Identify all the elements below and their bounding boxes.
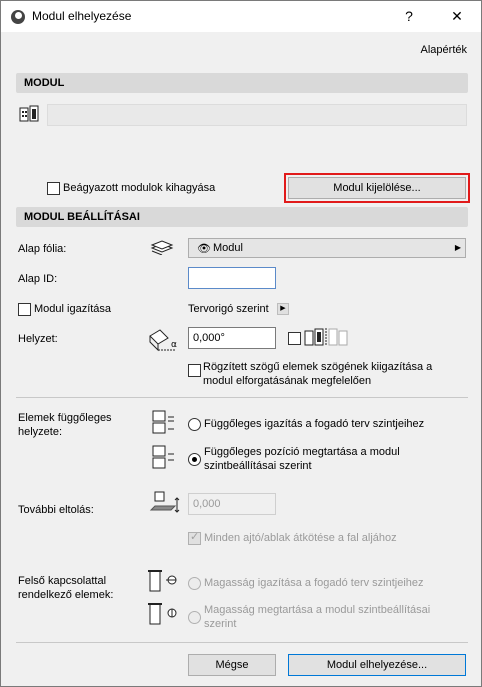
module-path-field	[47, 104, 467, 126]
separator	[16, 397, 468, 398]
vertical-keep-position-label-line1: Függőleges pozíció megtartása a modul	[204, 446, 400, 458]
height-keep-icon	[148, 603, 177, 625]
window-title: Modul elhelyezése	[32, 9, 132, 23]
module-settings-section-header: MODUL BEÁLLÍTÁSAI	[16, 207, 468, 227]
triangle-right-icon: ▶	[454, 243, 461, 252]
vertical-align-story-label: Függőleges igazítás a fogadó terv szintj…	[204, 418, 425, 430]
skip-embedded-checkbox[interactable]	[47, 182, 60, 195]
layers-icon	[150, 240, 174, 255]
base-id-input[interactable]	[188, 267, 276, 289]
vertical-align-story-icon	[152, 410, 174, 434]
align-by-value: Tervorigó szerint	[188, 303, 269, 315]
mirror-module-icon	[304, 328, 348, 346]
base-layer-dropdown[interactable]: 👁 Modul ▶	[188, 238, 466, 258]
offset-label: További eltolás:	[18, 504, 94, 516]
svg-text:α: α	[171, 340, 177, 350]
vertical-keep-position-icon	[152, 445, 174, 469]
vertical-position-label-line1: Elemek függőleges	[18, 412, 112, 424]
align-module-label: Modul igazítása	[34, 303, 112, 315]
vertical-keep-position-label-line2: szintbeállításai szerint	[204, 460, 312, 472]
offset-icon	[149, 491, 180, 513]
base-id-label: Alap ID:	[18, 273, 58, 285]
offset-input[interactable]: 0,000	[188, 493, 276, 515]
module-placement-dialog: Modul elhelyezése ? ✕ Alapérték MODUL Be…	[0, 0, 482, 687]
place-module-button[interactable]: Modul elhelyezése...	[288, 654, 466, 676]
height-keep-label-line1: Magasság megtartása a modul szintbeállít…	[204, 604, 431, 616]
height-keep-radio[interactable]	[188, 611, 201, 624]
rotation-angle-icon: α	[149, 329, 177, 352]
reconnect-doors-checkbox[interactable]	[188, 530, 201, 545]
vertical-position-label-line2: helyzete:	[18, 426, 63, 438]
defaults-link[interactable]: Alapérték	[421, 44, 467, 56]
align-by-menu-button[interactable]: ▶	[277, 303, 289, 315]
reconnect-doors-label: Minden ajtó/ablak átkötése a fal aljához	[204, 532, 397, 544]
top-linked-label-line2: rendelkező elemek:	[18, 589, 114, 601]
cancel-button[interactable]: Mégse	[188, 654, 276, 676]
height-align-story-icon	[148, 570, 177, 592]
base-layer-value: Modul	[213, 242, 243, 254]
angle-input[interactable]: 0,000°	[188, 327, 276, 349]
top-linked-label-line1: Felső kapcsolattal	[18, 575, 107, 587]
rotate-fixed-label-line2: modul elforgatásának megfelelően	[203, 375, 372, 387]
height-align-story-radio[interactable]	[188, 577, 201, 590]
module-section-header: MODUL	[16, 73, 468, 93]
base-layer-label: Alap fólia:	[18, 243, 67, 255]
title-bar: Modul elhelyezése ? ✕	[1, 1, 481, 32]
vertical-keep-position-radio[interactable]	[188, 453, 201, 466]
app-logo-icon	[11, 10, 25, 24]
select-module-button[interactable]: Modul kijelölése...	[284, 173, 470, 203]
module-building-icon	[19, 105, 39, 122]
vertical-align-story-radio[interactable]	[188, 418, 201, 431]
height-keep-label-line2: szerint	[204, 618, 237, 630]
close-button[interactable]: ✕	[447, 6, 467, 26]
help-button[interactable]: ?	[399, 6, 419, 26]
height-align-story-label: Magasság igazítása a fogadó terv szintje…	[204, 577, 424, 589]
footer-separator	[16, 642, 468, 643]
rotate-fixed-label-line1: Rögzített szögű elemek szögének kiigazít…	[203, 361, 433, 373]
mirror-checkbox[interactable]	[288, 332, 301, 345]
eye-icon: 👁	[197, 243, 211, 255]
align-module-checkbox[interactable]	[18, 303, 31, 316]
skip-embedded-label: Beágyazott modulok kihagyása	[63, 182, 216, 194]
rotate-fixed-checkbox[interactable]	[188, 364, 201, 377]
position-label: Helyzet:	[18, 333, 58, 345]
